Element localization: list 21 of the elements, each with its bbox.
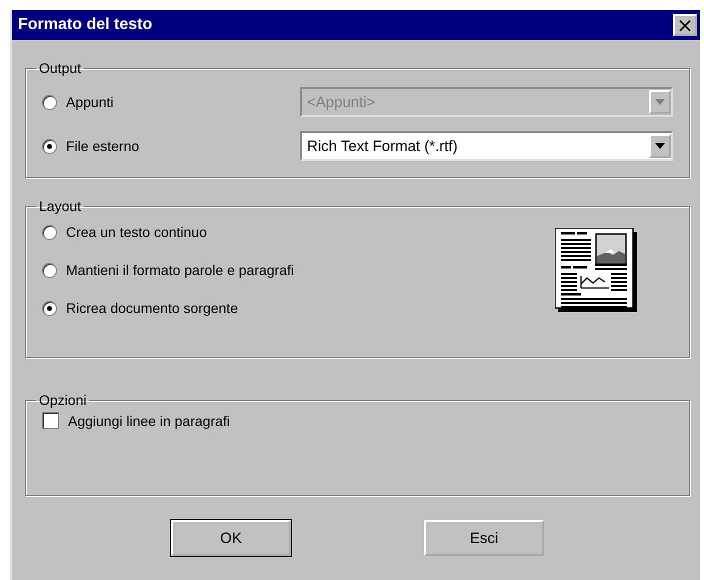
window-title: Formato del testo [18,16,152,34]
format-dropdown[interactable]: Rich Text Format (*.rtf) [300,131,673,161]
checkbox-option[interactable]: Aggiungi linee in paragrafi [42,412,673,429]
radio-option[interactable]: Mantieni il formato parole e paragrafi [42,262,294,278]
radio-option[interactable]: Appunti [42,94,114,110]
dialog-button[interactable]: Esci [424,520,544,556]
radio-button[interactable] [42,300,57,316]
group-title: Output [38,60,82,76]
close-button[interactable]: × [673,14,697,36]
group-title: Layout [38,198,82,214]
radio-button[interactable] [42,262,57,278]
radio-button[interactable] [42,94,57,110]
radio-button[interactable] [42,224,57,240]
group-title: Opzioni [38,392,88,408]
radio-option[interactable]: File esterno [42,138,140,154]
radio-option[interactable]: Ricrea documento sorgente [42,300,294,316]
checkbox[interactable] [42,412,59,429]
radio-option[interactable]: Crea un testo continuo [42,224,294,240]
document-layout-icon [555,228,637,312]
radio-button[interactable] [42,138,57,154]
dialog-button[interactable]: OK [171,520,291,556]
